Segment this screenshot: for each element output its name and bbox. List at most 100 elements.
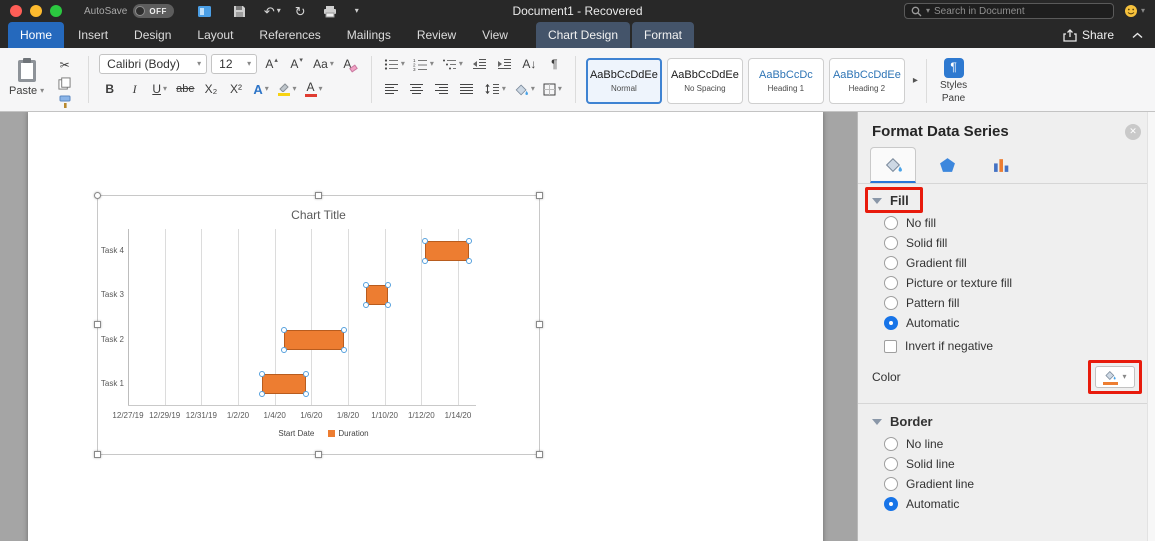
option-gradient-line[interactable]: Gradient line [858, 474, 1155, 494]
bar-selection-handle[interactable] [385, 302, 391, 308]
shrink-font-button[interactable]: A▾ [286, 54, 307, 74]
copy-button[interactable] [54, 77, 75, 90]
font-color-button[interactable]: A▾ [303, 79, 325, 99]
chart-title[interactable]: Chart Title [98, 208, 539, 222]
option-pattern-fill[interactable]: Pattern fill [858, 293, 1155, 313]
tab-view[interactable]: View [470, 22, 520, 48]
style-heading-2[interactable]: AaBbCcDdEeHeading 2 [829, 58, 905, 104]
duration-bar[interactable] [262, 374, 306, 394]
highlight-color-button[interactable]: ▾ [276, 79, 299, 99]
bar-selection-handle[interactable] [341, 327, 347, 333]
bar-selection-handle[interactable] [466, 258, 472, 264]
paste-button[interactable]: Paste▾ [9, 54, 44, 105]
fill-line-tab[interactable] [870, 147, 916, 183]
align-left-button[interactable] [382, 79, 403, 99]
series-options-tab[interactable] [978, 147, 1024, 183]
clear-formatting-button[interactable]: A [340, 54, 361, 74]
duration-bar[interactable] [284, 330, 345, 350]
selection-handle[interactable] [94, 321, 101, 328]
multilevel-list-button[interactable]: ▾ [440, 54, 465, 74]
tab-design[interactable]: Design [122, 22, 183, 48]
styles-pane-button[interactable]: ¶ Styles Pane [932, 58, 975, 104]
print-button[interactable] [320, 1, 341, 21]
document-page[interactable]: Chart Title Start Date Duration 12/27/19… [28, 112, 823, 541]
bar-selection-handle[interactable] [385, 282, 391, 288]
tab-chart-design[interactable]: Chart Design [536, 22, 630, 48]
style-heading-1[interactable]: AaBbCcDcHeading 1 [748, 58, 824, 104]
align-center-button[interactable] [407, 79, 428, 99]
cut-button[interactable]: ✂ [54, 58, 75, 72]
change-case-button[interactable]: Aa▾ [311, 54, 336, 74]
undo-button[interactable]: ↶▾ [264, 5, 281, 18]
zoom-window-button[interactable] [50, 5, 62, 17]
selection-handle[interactable] [536, 451, 543, 458]
tab-layout[interactable]: Layout [185, 22, 245, 48]
bar-selection-handle[interactable] [422, 238, 428, 244]
option-no-fill[interactable]: No fill [858, 213, 1155, 233]
selection-handle[interactable] [94, 451, 101, 458]
minimize-window-button[interactable] [30, 5, 42, 17]
tab-references[interactable]: References [247, 22, 332, 48]
customize-toolbar-button[interactable]: ▾ [355, 7, 359, 15]
style-no-spacing[interactable]: AaBbCcDdEeNo Spacing [667, 58, 743, 104]
panel-scrollbar[interactable] [1147, 112, 1155, 541]
styles-gallery-expand-button[interactable]: ▸ [910, 75, 921, 86]
bold-button[interactable]: B [99, 79, 120, 99]
font-size-select[interactable]: 12▾ [211, 54, 257, 74]
underline-button[interactable]: U▾ [149, 79, 170, 99]
bullet-list-button[interactable]: ▾ [382, 54, 407, 74]
bar-selection-handle[interactable] [281, 347, 287, 353]
decrease-indent-button[interactable] [469, 54, 490, 74]
new-document-icon[interactable] [194, 1, 215, 21]
text-effects-button[interactable]: A▾ [251, 79, 272, 99]
italic-button[interactable]: I [124, 79, 145, 99]
line-spacing-button[interactable]: ▾ [482, 79, 508, 99]
legend-item-duration[interactable]: Duration [328, 429, 368, 438]
collapse-ribbon-button[interactable] [1132, 22, 1143, 48]
fill-color-picker-button[interactable]: ▾ [1095, 366, 1135, 388]
bar-selection-handle[interactable] [466, 238, 472, 244]
selection-handle[interactable] [536, 192, 543, 199]
option-no-line[interactable]: No line [858, 434, 1155, 454]
bar-selection-handle[interactable] [363, 282, 369, 288]
option-gradient-fill[interactable]: Gradient fill [858, 253, 1155, 273]
tab-mailings[interactable]: Mailings [335, 22, 403, 48]
selection-handle[interactable] [315, 192, 322, 199]
bar-selection-handle[interactable] [259, 391, 265, 397]
selection-handle[interactable] [94, 192, 101, 199]
tab-review[interactable]: Review [405, 22, 468, 48]
save-icon[interactable] [229, 1, 250, 21]
invert-if-negative-checkbox[interactable]: Invert if negative [858, 336, 1155, 356]
feedback-smiley-button[interactable]: ▾ [1124, 4, 1145, 18]
share-button[interactable]: Share [1063, 22, 1114, 48]
justify-button[interactable] [457, 79, 478, 99]
style-normal[interactable]: AaBbCcDdEeNormal [586, 58, 662, 104]
superscript-button[interactable]: X² [226, 79, 247, 99]
tab-insert[interactable]: Insert [66, 22, 120, 48]
bar-selection-handle[interactable] [259, 371, 265, 377]
bar-selection-handle[interactable] [363, 302, 369, 308]
grow-font-button[interactable]: A▴ [261, 54, 282, 74]
effects-tab[interactable] [924, 147, 970, 183]
fill-section-header[interactable]: Fill [858, 184, 1155, 213]
strikethrough-button[interactable]: abe [174, 79, 196, 99]
option-automatic-line[interactable]: Automatic [858, 494, 1155, 514]
bar-selection-handle[interactable] [422, 258, 428, 264]
chart[interactable]: Chart Title Start Date Duration 12/27/19… [97, 195, 540, 455]
format-painter-button[interactable] [54, 95, 75, 109]
close-panel-button[interactable]: ✕ [1125, 124, 1141, 140]
option-solid-fill[interactable]: Solid fill [858, 233, 1155, 253]
sort-button[interactable]: A↓ [519, 54, 540, 74]
close-window-button[interactable] [10, 5, 22, 17]
selection-handle[interactable] [536, 321, 543, 328]
borders-button[interactable]: ▾ [541, 79, 564, 99]
bar-selection-handle[interactable] [303, 391, 309, 397]
duration-bar[interactable] [366, 285, 388, 305]
increase-indent-button[interactable] [494, 54, 515, 74]
tab-home[interactable]: Home [8, 22, 64, 48]
font-name-select[interactable]: Calibri (Body)▾ [99, 54, 207, 74]
bar-selection-handle[interactable] [303, 371, 309, 377]
redo-button[interactable]: ↻ [295, 5, 306, 18]
tab-format[interactable]: Format [632, 22, 694, 48]
numbered-list-button[interactable]: 123▾ [411, 54, 436, 74]
